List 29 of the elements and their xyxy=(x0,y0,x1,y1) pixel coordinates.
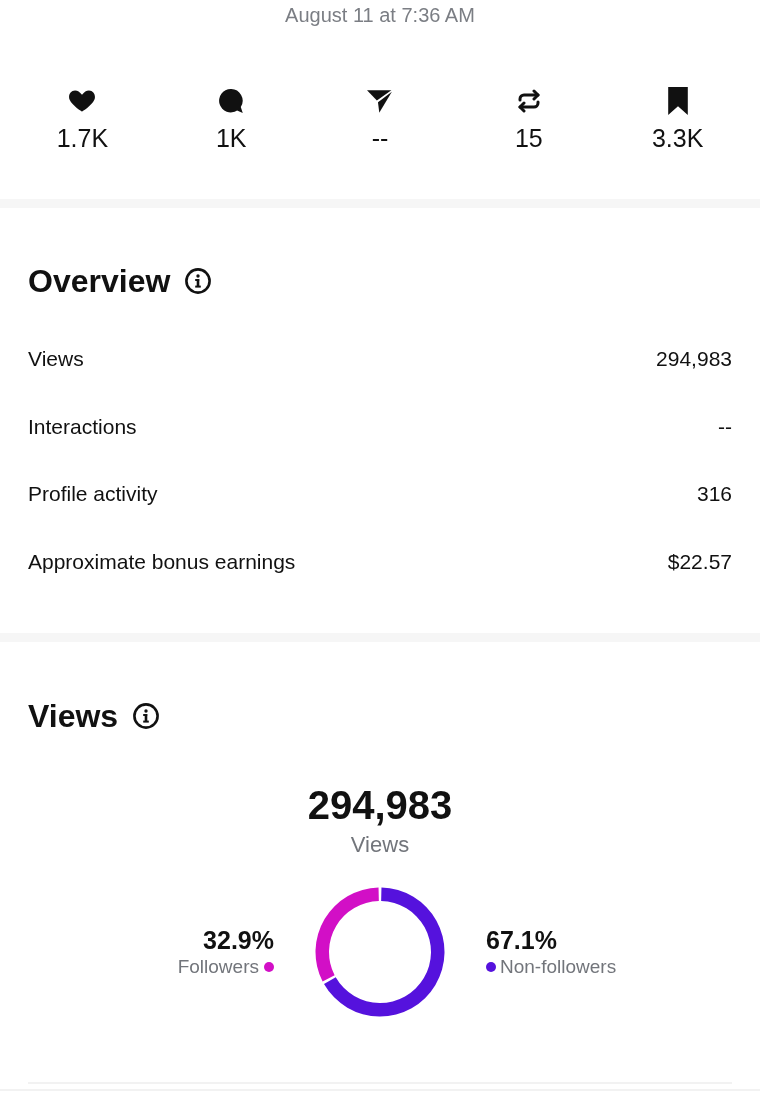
metric-label: Interactions xyxy=(28,413,137,440)
legend-percent: 67.1% xyxy=(486,925,557,955)
stat-count: 15 xyxy=(514,123,543,153)
bookmark-icon xyxy=(666,87,689,115)
info-icon[interactable] xyxy=(185,268,212,294)
legend-label: Followers xyxy=(177,955,259,979)
metric-value: $22.57 xyxy=(667,548,732,575)
legend-label: Non-followers xyxy=(500,955,617,979)
metric-value: 316 xyxy=(696,481,732,507)
legend-percent: 32.9% xyxy=(203,925,274,955)
metric-label: Profile activity xyxy=(28,481,158,507)
paper-plane-icon xyxy=(367,89,393,113)
total-views: 294,983 xyxy=(307,782,453,829)
section-heading: Overview xyxy=(28,262,171,301)
heart-icon xyxy=(69,90,96,112)
info-icon[interactable] xyxy=(133,703,160,729)
speech-bubble-icon xyxy=(219,89,244,113)
metric-value: 294,983 xyxy=(656,346,732,372)
stat-count: 1.7K xyxy=(56,123,109,153)
metric-value: -- xyxy=(718,413,732,440)
metric-label: Approximate bonus earnings xyxy=(28,548,296,575)
stat-count: 1K xyxy=(215,123,247,153)
repost-icon xyxy=(516,89,541,113)
stat-count: -- xyxy=(371,123,389,153)
total-views-label: Views xyxy=(350,831,410,859)
timestamp: August 11 at 7:36 AM xyxy=(285,3,475,27)
stat-count: 3.3K xyxy=(651,123,704,153)
metric-label: Views xyxy=(28,346,84,372)
section-heading: Views xyxy=(28,697,119,736)
